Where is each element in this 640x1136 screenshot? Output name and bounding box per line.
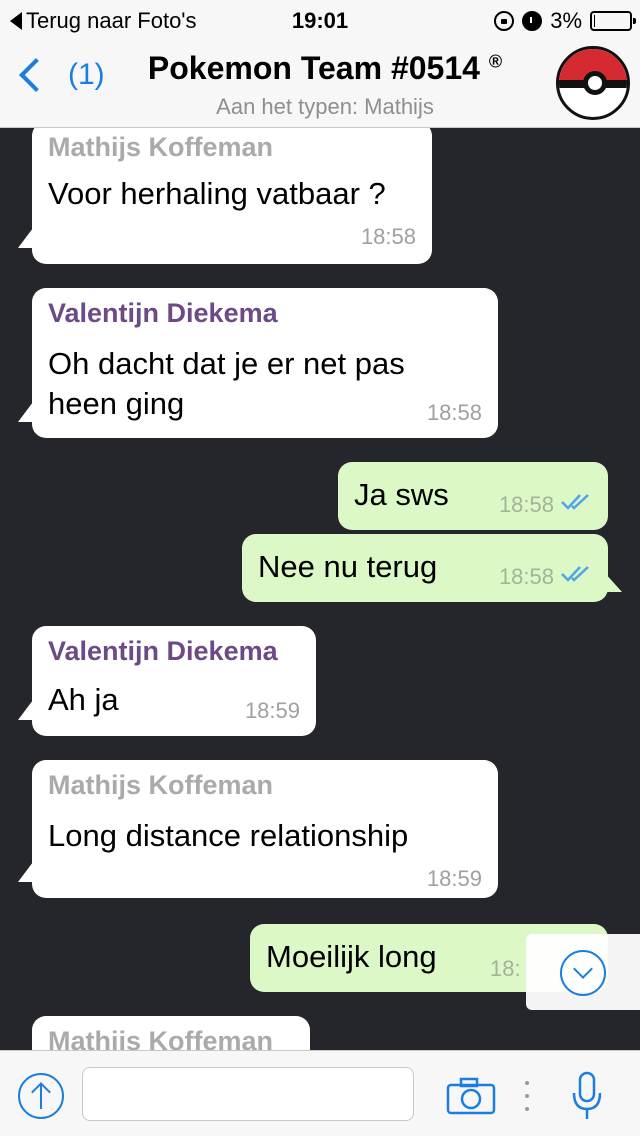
read-ticks-icon — [561, 566, 589, 582]
message-bubble[interactable]: Valentijn Diekema Ah ja 18:59 — [18, 626, 316, 736]
rotation-lock-icon — [494, 11, 515, 31]
message-time: 18:58 — [360, 224, 416, 249]
chat-title[interactable]: Pokemon Team #0514 ® — [110, 50, 540, 87]
unread-count: (1) — [68, 58, 105, 91]
message-bubble[interactable]: Ja sws 18:58 — [338, 462, 608, 530]
message-list[interactable]: Mathijs Koffeman Voor herhaling vatbaar … — [0, 128, 640, 1050]
message-bubble[interactable]: Mathijs Koffeman Long distance relations… — [18, 760, 498, 898]
pokeball-icon — [583, 71, 607, 95]
camera-icon[interactable] — [446, 1077, 496, 1115]
message-time: 18:58 — [426, 400, 482, 425]
message-bubble[interactable]: Mathijs Koffeman Voor herhaling vatbaar … — [18, 128, 432, 264]
alarm-icon — [522, 11, 543, 31]
message-sender: Valentijn Diekema — [48, 636, 278, 666]
message-text: Voor herhaling vatbaar ? — [48, 176, 386, 211]
microphone-icon[interactable] — [570, 1071, 604, 1121]
battery-icon — [590, 11, 636, 31]
message-time: 18:59 — [244, 698, 300, 723]
chevron-left-icon — [19, 58, 53, 92]
message-sender: Mathijs Koffeman — [48, 132, 274, 162]
battery-level — [594, 15, 595, 27]
message-text-line-2: heen ging — [48, 386, 185, 421]
message-sender: Valentijn Diekema — [48, 298, 278, 328]
message-time: 18: — [490, 956, 521, 981]
message-text: Moeilijk long — [266, 939, 437, 974]
status-bar: Terug naar Foto's 19:01 3% — [0, 0, 640, 40]
group-avatar[interactable] — [556, 46, 630, 120]
scroll-to-bottom-button[interactable] — [526, 934, 640, 1010]
more-options-icon[interactable] — [522, 1079, 532, 1113]
message-time: 18:58 — [498, 564, 554, 589]
read-ticks-icon — [561, 494, 589, 510]
message-sender: Mathijs Koffeman — [48, 770, 274, 800]
message-text: Ja sws — [354, 477, 449, 512]
registered-mark: ® — [488, 51, 503, 72]
message-text: Ah ja — [48, 682, 119, 717]
typing-status: Aan het typen: Mathijs — [216, 94, 434, 119]
chat-header: (1) Pokemon Team #0514 ® Aan het typen: … — [0, 40, 640, 128]
message-bubble[interactable]: Nee nu terug 18:58 — [242, 534, 622, 602]
message-text: Long distance relationship — [48, 818, 409, 853]
message-input-bar — [0, 1050, 640, 1136]
back-button[interactable]: (1) — [14, 58, 105, 92]
battery-percent: 3% — [550, 8, 582, 33]
message-bubble[interactable]: Valentijn Diekema Oh dacht dat je er net… — [18, 288, 498, 438]
attach-button[interactable] — [18, 1073, 64, 1119]
message-input[interactable] — [82, 1067, 414, 1121]
status-indicators: 3% — [494, 8, 636, 34]
message-time: 18:58 — [498, 492, 554, 517]
chat-title-text: Pokemon Team #0514 — [147, 50, 480, 86]
message-time: 18:59 — [426, 866, 482, 891]
message-text: Nee nu terug — [258, 549, 438, 584]
message-bubble[interactable]: Mathijs Koffeman — [32, 1016, 310, 1050]
message-sender: Mathijs Koffeman — [48, 1026, 274, 1050]
message-text-line-1: Oh dacht dat je er net pas — [48, 346, 405, 381]
chevron-down-icon — [560, 950, 606, 996]
